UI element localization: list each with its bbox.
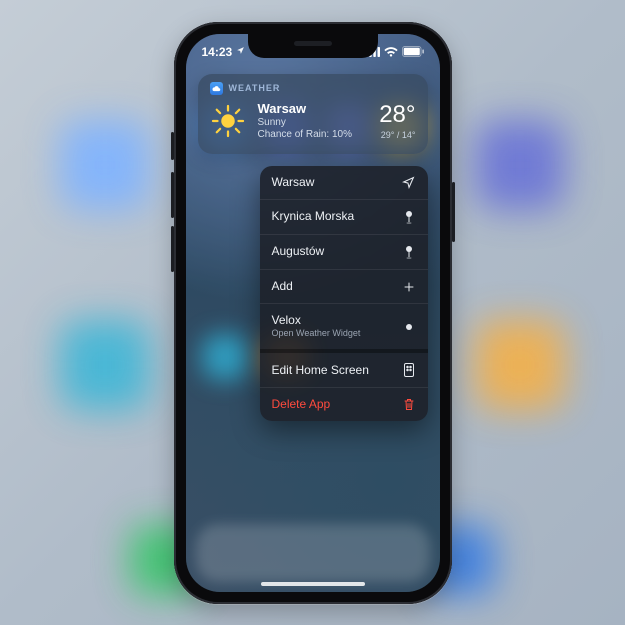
- weather-city: Warsaw: [258, 101, 368, 117]
- weather-temperature: 28°: [379, 103, 415, 127]
- menu-item-add[interactable]: Add: [260, 270, 428, 304]
- phone-frame: 14:23: [174, 22, 452, 604]
- menu-item-velox[interactable]: Velox Open Weather Widget: [260, 304, 428, 353]
- weather-high-low: 29° / 14°: [379, 130, 415, 140]
- context-menu: Warsaw Krynica Morska Augustów: [260, 166, 428, 422]
- notch: [248, 34, 378, 58]
- menu-item-warsaw[interactable]: Warsaw: [260, 166, 428, 200]
- menu-item-delete-app[interactable]: Delete App: [260, 388, 428, 421]
- menu-item-augustow[interactable]: Augustów: [260, 235, 428, 270]
- menu-item-label: Augustów: [272, 245, 325, 258]
- trash-icon: [402, 398, 416, 411]
- dot-icon: [402, 324, 416, 330]
- wifi-icon: [384, 47, 398, 57]
- pin-icon: [402, 245, 416, 259]
- pin-icon: [402, 210, 416, 224]
- sun-icon: [210, 103, 246, 139]
- location-arrow-icon: [402, 176, 416, 189]
- widget-app-label: WEATHER: [229, 83, 281, 93]
- home-indicator[interactable]: [261, 582, 365, 586]
- menu-item-label: Krynica Morska: [272, 210, 355, 223]
- menu-item-label: Delete App: [272, 398, 331, 411]
- weather-condition: Sunny: [258, 117, 368, 130]
- status-time: 14:23: [202, 45, 233, 59]
- menu-item-label: Warsaw: [272, 176, 315, 189]
- plus-icon: [402, 281, 416, 293]
- menu-item-label: Add: [272, 280, 293, 293]
- weather-rain-chance: Chance of Rain: 10%: [258, 129, 368, 142]
- menu-item-label: Velox Open Weather Widget: [272, 314, 361, 339]
- apps-icon: [402, 363, 416, 377]
- screen: 14:23: [186, 34, 440, 592]
- menu-item-label: Edit Home Screen: [272, 364, 369, 377]
- menu-item-edit-home-screen[interactable]: Edit Home Screen: [260, 353, 428, 388]
- weather-app-icon: [210, 82, 223, 95]
- battery-icon: [402, 46, 424, 57]
- weather-widget[interactable]: WEATHER Warsaw Sunny Chance of Rain: 10%…: [198, 74, 428, 154]
- dock-blur: [196, 524, 430, 582]
- menu-item-krynica[interactable]: Krynica Morska: [260, 200, 428, 235]
- location-services-icon: [236, 46, 245, 58]
- menu-item-sublabel: Open Weather Widget: [272, 329, 361, 339]
